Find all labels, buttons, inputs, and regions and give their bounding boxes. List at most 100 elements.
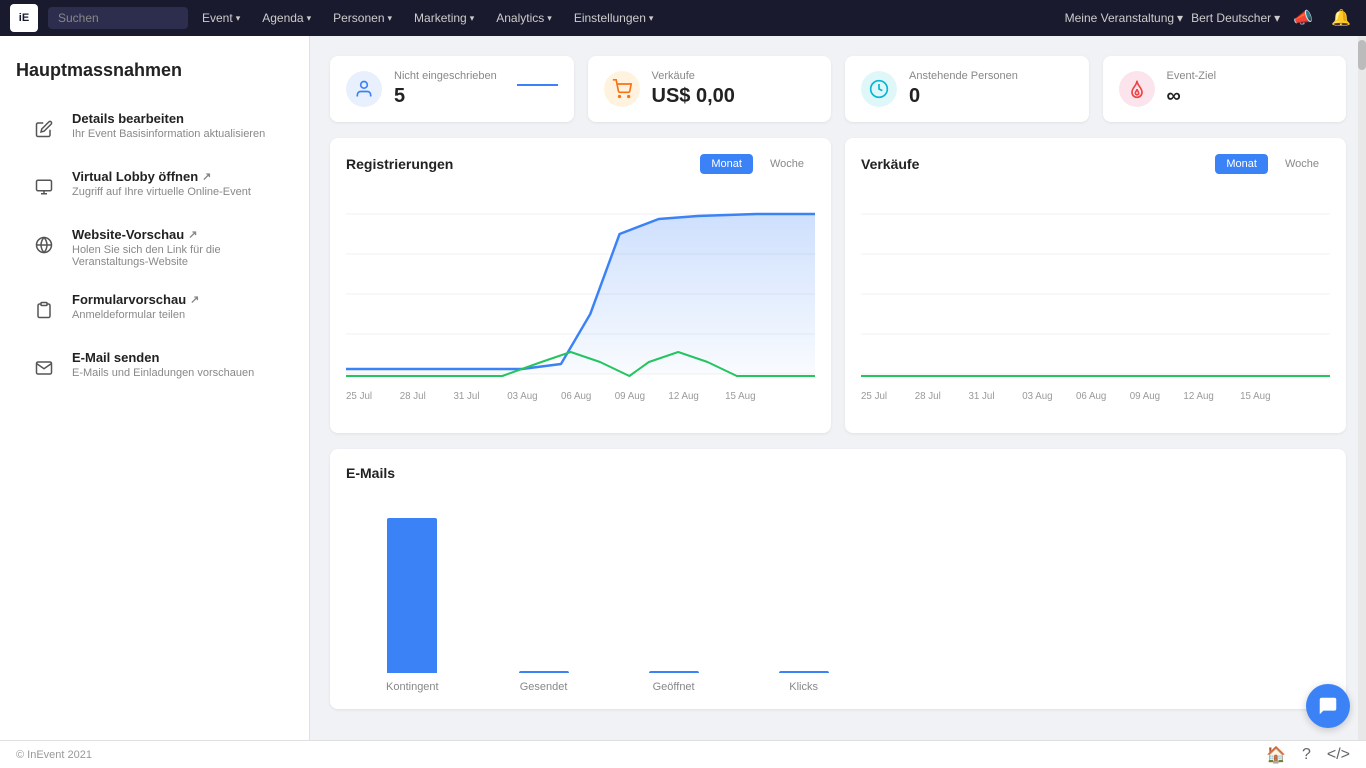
search-input[interactable]: [48, 7, 188, 29]
chat-button[interactable]: [1306, 684, 1350, 728]
sidebar-item-sub-details: Ihr Event Basisinformation aktualisieren: [72, 128, 265, 140]
bar-kontingent: [387, 518, 437, 673]
sidebar-title: Hauptmassnahmen: [16, 60, 293, 81]
sidebar-item-details[interactable]: Details bearbeiten Ihr Event Basisinform…: [16, 101, 293, 155]
sidebar-item-form[interactable]: Formularvorschau ↗ Anmeldeformular teile…: [16, 282, 293, 336]
svg-text:15 Aug: 15 Aug: [725, 391, 755, 402]
logo-text: iE: [19, 12, 29, 24]
chevron-down-icon: ▾: [547, 13, 552, 24]
email-chart-card: E-Mails Kontingent Gesendet Geöffnet: [330, 449, 1346, 709]
nav-personen[interactable]: Personen ▾: [323, 5, 402, 31]
svg-text:25 Jul: 25 Jul: [861, 391, 887, 402]
scrollbar-thumb[interactable]: [1358, 40, 1366, 70]
bar-label-kontingent: Kontingent: [386, 681, 439, 693]
email-bar-chart: Kontingent Gesendet Geöffnet Klicks: [346, 493, 1330, 693]
footer-copyright: © InEvent 2021: [16, 749, 92, 761]
external-link-icon: ↗: [202, 170, 211, 183]
footer: © InEvent 2021 🏠 ? </>: [0, 740, 1366, 768]
chevron-down-icon: ▾: [1274, 11, 1280, 25]
svg-text:09 Aug: 09 Aug: [1130, 391, 1160, 402]
main-content: Nicht eingeschrieben 5 Verkäufe US$ 0,00: [310, 36, 1366, 740]
nav-my-event[interactable]: Meine Veranstaltung ▾: [1065, 11, 1183, 25]
nav-right: Meine Veranstaltung ▾ Bert Deutscher ▾ 📣…: [1065, 6, 1356, 30]
nav-marketing[interactable]: Marketing ▾: [404, 5, 484, 31]
chevron-down-icon: ▾: [307, 13, 312, 24]
registrations-chart-svg-wrap: 25 Jul 28 Jul 31 Jul 03 Aug 06 Aug 09 Au…: [346, 184, 815, 417]
sales-toggle-week[interactable]: Woche: [1274, 154, 1330, 174]
email-chart-title: E-Mails: [346, 465, 1330, 481]
sidebar-item-sub-virtual-lobby: Zugriff auf Ihre virtuelle Online-Event: [72, 186, 251, 198]
sidebar-item-website[interactable]: Website-Vorschau ↗ Holen Sie sich den Li…: [16, 217, 293, 278]
stat-line: [517, 84, 558, 86]
home-icon[interactable]: 🏠: [1266, 745, 1286, 765]
monitor-icon: [28, 171, 60, 203]
sidebar-item-sub-email: E-Mails und Einladungen vorschauen: [72, 367, 254, 379]
sales-chart-card: Verkäufe Monat Woche: [845, 138, 1346, 433]
svg-text:12 Aug: 12 Aug: [668, 391, 698, 402]
svg-text:25 Jul: 25 Jul: [346, 391, 372, 402]
stat-label-event-goal: Event-Ziel: [1167, 70, 1217, 82]
svg-text:31 Jul: 31 Jul: [453, 391, 479, 402]
notification-icon[interactable]: 📣: [1288, 6, 1318, 30]
stat-value-sales: US$ 0,00: [652, 85, 735, 108]
nav-einstellungen[interactable]: Einstellungen ▾: [564, 5, 664, 31]
stat-cards: Nicht eingeschrieben 5 Verkäufe US$ 0,00: [330, 56, 1346, 122]
code-icon[interactable]: </>: [1327, 746, 1350, 764]
chevron-down-icon: ▾: [1177, 11, 1183, 25]
nav-user[interactable]: Bert Deutscher ▾: [1191, 11, 1280, 25]
sidebar-item-label-virtual-lobby: Virtual Lobby öffnen ↗: [72, 169, 251, 184]
sidebar-item-label-form: Formularvorschau ↗: [72, 292, 199, 307]
sidebar-item-label-website: Website-Vorschau ↗: [72, 227, 281, 242]
svg-text:06 Aug: 06 Aug: [1076, 391, 1106, 402]
bar-geoeffnet: [649, 671, 699, 673]
pencil-icon: [28, 113, 60, 145]
registrations-chart-toggle: Monat Woche: [700, 154, 815, 174]
bar-label-klicks: Klicks: [789, 681, 818, 693]
nav-event[interactable]: Event ▾: [192, 5, 250, 31]
sales-chart-title: Verkäufe: [861, 156, 919, 172]
sidebar-item-label-details: Details bearbeiten: [72, 111, 265, 126]
bar-klicks: [779, 671, 829, 673]
svg-text:15 Aug: 15 Aug: [1240, 391, 1270, 402]
bar-col-gesendet: Gesendet: [519, 671, 569, 693]
nav-analytics[interactable]: Analytics ▾: [486, 5, 562, 31]
registrations-chart-card: Registrierungen Monat Woche: [330, 138, 831, 433]
sidebar-item-email[interactable]: E-Mail senden E-Mails und Einladungen vo…: [16, 340, 293, 394]
bell-icon[interactable]: 🔔: [1326, 6, 1356, 30]
svg-text:12 Aug: 12 Aug: [1183, 391, 1213, 402]
stat-value-pending: 0: [909, 85, 1018, 108]
stat-label-pending: Anstehende Personen: [909, 70, 1018, 82]
stat-value-event-goal: ∞: [1167, 85, 1217, 108]
sidebar-item-sub-website: Holen Sie sich den Link für die Veransta…: [72, 244, 281, 268]
sales-toggle-month[interactable]: Monat: [1215, 154, 1268, 174]
chevron-down-icon: ▾: [236, 13, 241, 24]
scrollbar-track: [1358, 36, 1366, 740]
registrations-toggle-month[interactable]: Monat: [700, 154, 753, 174]
svg-text:09 Aug: 09 Aug: [615, 391, 645, 402]
nav-agenda[interactable]: Agenda ▾: [252, 5, 321, 31]
sidebar-item-sub-form: Anmeldeformular teilen: [72, 309, 199, 321]
stat-label-sales: Verkäufe: [652, 70, 735, 82]
bar-col-klicks: Klicks: [779, 671, 829, 693]
sidebar-item-virtual-lobby[interactable]: Virtual Lobby öffnen ↗ Zugriff auf Ihre …: [16, 159, 293, 213]
sales-chart-svg-wrap: 25 Jul 28 Jul 31 Jul 03 Aug 06 Aug 09 Au…: [861, 184, 1330, 417]
stat-card-event-goal: Event-Ziel ∞: [1103, 56, 1347, 122]
help-icon[interactable]: ?: [1302, 746, 1311, 764]
mail-icon: [28, 352, 60, 384]
globe-icon: [28, 229, 60, 261]
app-logo[interactable]: iE: [10, 4, 38, 32]
clock-icon: [861, 71, 897, 107]
svg-text:03 Aug: 03 Aug: [1022, 391, 1052, 402]
bar-gesendet: [519, 671, 569, 673]
registrations-toggle-week[interactable]: Woche: [759, 154, 815, 174]
sidebar: Hauptmassnahmen Details bearbeiten Ihr E…: [0, 36, 310, 740]
registrations-chart-title: Registrierungen: [346, 156, 453, 172]
svg-text:28 Jul: 28 Jul: [915, 391, 941, 402]
clipboard-icon: [28, 294, 60, 326]
bar-col-kontingent: Kontingent: [386, 518, 439, 693]
navbar: iE Event ▾ Agenda ▾ Personen ▾ Marketing…: [0, 0, 1366, 36]
bar-label-gesendet: Gesendet: [520, 681, 568, 693]
svg-text:31 Jul: 31 Jul: [968, 391, 994, 402]
chevron-down-icon: ▾: [470, 13, 475, 24]
fire-icon: [1119, 71, 1155, 107]
